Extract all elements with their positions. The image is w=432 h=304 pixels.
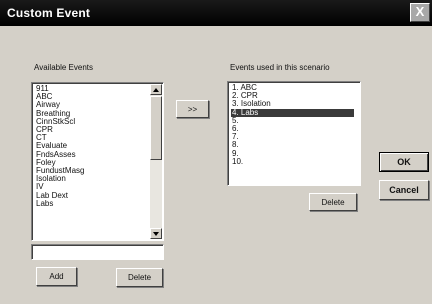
scenario-event-item[interactable]: 9.: [231, 149, 354, 158]
custom-event-window: Custom Event X Available Events 911 ABC Ai…: [0, 0, 432, 304]
scenario-event-item[interactable]: 5.: [231, 116, 354, 125]
scenario-events-list[interactable]: 1. ABC 2. CPR 3. Isolation 4. Labs 5. 6. 7. 8. 9…: [227, 81, 361, 186]
scroll-thumb[interactable]: [150, 96, 162, 160]
close-button[interactable]: X: [410, 3, 430, 22]
scroll-up-button[interactable]: [150, 84, 162, 95]
scenario-event-item[interactable]: 10.: [231, 157, 354, 166]
transfer-button[interactable]: >>: [176, 100, 209, 118]
cancel-button[interactable]: Cancel: [379, 180, 429, 200]
scenario-events-items: 1. ABC 2. CPR 3. Isolation 4. Labs 5. 6. 7. 8. 9…: [231, 83, 354, 166]
scenario-event-item[interactable]: 6.: [231, 124, 354, 133]
scenario-event-item[interactable]: 7.: [231, 133, 354, 141]
scenario-event-item[interactable]: 8.: [231, 141, 354, 149]
add-button[interactable]: Add: [36, 267, 77, 286]
available-events-label: Available Events: [34, 63, 93, 72]
ok-button[interactable]: OK: [379, 152, 429, 172]
scroll-down-arrow-icon: [153, 232, 159, 236]
scenario-event-item-selected[interactable]: 4. Labs: [231, 108, 354, 117]
event-name-input[interactable]: [31, 244, 164, 260]
close-icon: X: [415, 4, 425, 19]
scenario-delete-button[interactable]: Delete: [309, 193, 357, 211]
window-title: Custom Event: [7, 6, 91, 20]
scroll-up-arrow-icon: [153, 88, 159, 92]
available-delete-button[interactable]: Delete: [116, 268, 163, 287]
title-bar[interactable]: Custom Event X: [0, 0, 432, 26]
scenario-events-label: Events used in this scenario: [230, 63, 330, 72]
available-events-scrollbar[interactable]: [150, 84, 162, 239]
available-events-items: 911 ABC Airway Breathing CinnStkScl CPR CT Eval…: [35, 84, 84, 208]
scroll-down-button[interactable]: [150, 228, 162, 239]
available-events-list[interactable]: 911 ABC Airway Breathing CinnStkScl CPR CT Eval…: [31, 82, 164, 241]
available-event-item[interactable]: Labs: [35, 199, 84, 208]
